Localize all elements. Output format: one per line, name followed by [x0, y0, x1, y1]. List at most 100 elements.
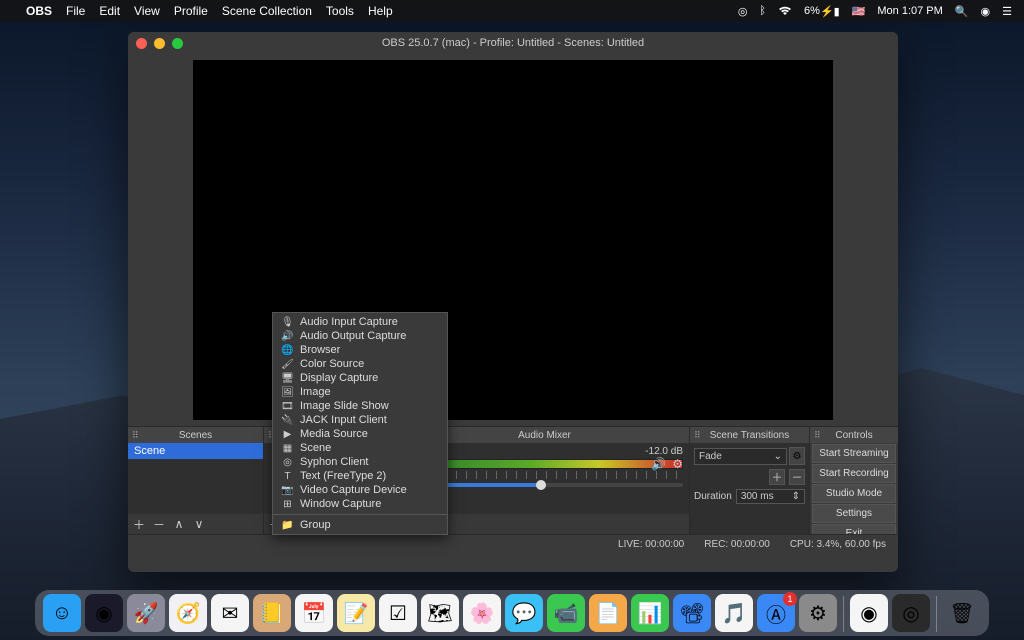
source-type-item[interactable]: 🖌Color Source — [273, 357, 447, 371]
source-type-label: Window Capture — [300, 498, 381, 510]
source-type-item[interactable]: ⊞ Window Capture — [273, 497, 447, 511]
scene-down-button[interactable]: ∨ — [192, 517, 206, 531]
battery-status[interactable]: 6% ⚡▮ — [804, 5, 840, 18]
scene-icon: ▦ — [281, 443, 294, 454]
studio-mode-button[interactable]: Studio Mode — [812, 484, 896, 503]
source-type-item[interactable]: 📷 Video Capture Device — [273, 483, 447, 497]
start-streaming-button[interactable]: Start Streaming — [812, 444, 896, 463]
play-icon: ▶ — [281, 429, 294, 440]
dock-finder-icon[interactable]: ☺ — [43, 594, 81, 632]
scene-up-button[interactable]: ∧ — [172, 517, 186, 531]
source-type-item[interactable]: 🖼Image — [273, 385, 447, 399]
dock-mail-icon[interactable]: ✉ — [211, 594, 249, 632]
settings-button[interactable]: Settings — [812, 504, 896, 523]
transition-settings-icon[interactable]: ⚙ — [789, 447, 805, 465]
window-title: OBS 25.0.7 (mac) - Profile: Untitled - S… — [128, 37, 898, 49]
menu-edit[interactable]: Edit — [99, 4, 120, 18]
dock-trash-icon[interactable]: 🗑 — [943, 594, 981, 632]
start-recording-button[interactable]: Start Recording — [812, 464, 896, 483]
dock-numbers-icon[interactable]: 📊 — [631, 594, 669, 632]
menu-tools[interactable]: Tools — [326, 4, 354, 18]
input-flag-icon[interactable]: 🇺🇸 — [852, 5, 866, 18]
dock-separator — [936, 596, 937, 632]
dock-separator — [843, 596, 844, 632]
source-type-item[interactable]: ▦Scene — [273, 441, 447, 455]
siri-menubar-icon[interactable]: ◉ — [981, 5, 991, 18]
add-scene-button[interactable]: ＋ — [132, 516, 146, 533]
dock-launchpad-icon[interactable]: 🚀 — [127, 594, 165, 632]
dock-safari-icon[interactable]: 🧭 — [169, 594, 207, 632]
transition-add-button[interactable]: ＋ — [769, 469, 785, 485]
mixer-mute-icon[interactable]: 🔊 — [651, 457, 666, 471]
image-icon: 🖼 — [281, 387, 294, 398]
exit-button[interactable]: Exit — [812, 524, 896, 534]
spotlight-icon[interactable]: 🔍 — [955, 5, 969, 18]
window-minimize-button[interactable] — [154, 38, 165, 49]
panel-grip-icon[interactable]: ⠿ — [132, 430, 139, 441]
clock[interactable]: Mon 1:07 PM — [877, 5, 942, 17]
scenes-panel: ⠿Scenes Scene ＋ － ∧ ∨ — [128, 427, 264, 534]
mixer-settings-icon[interactable]: ⚙ — [672, 457, 683, 471]
dock-keynote-icon[interactable]: 📽 — [673, 594, 711, 632]
window-close-button[interactable] — [136, 38, 147, 49]
dock-appstore-icon[interactable]: Ⓐ1 — [757, 594, 795, 632]
source-type-label: Color Source — [300, 358, 364, 370]
source-type-item[interactable]: 🎙 Audio Input Capture — [273, 315, 447, 329]
dock-reminders-icon[interactable]: ☑ — [379, 594, 417, 632]
dock-facetime-icon[interactable]: 📹 — [547, 594, 585, 632]
dock-preferences-icon[interactable]: ⚙ — [799, 594, 837, 632]
obs-main-window: OBS 25.0.7 (mac) - Profile: Untitled - S… — [128, 32, 898, 572]
status-bar: LIVE: 00:00:00 REC: 00:00:00 CPU: 3.4%, … — [128, 534, 898, 554]
app-name[interactable]: OBS — [26, 4, 52, 18]
source-type-label: Video Capture Device — [300, 484, 407, 496]
duration-label: Duration — [694, 491, 732, 502]
camera-icon: 📷 — [281, 485, 294, 496]
menu-help[interactable]: Help — [368, 4, 393, 18]
dock-calendar-icon[interactable]: 📅 — [295, 594, 333, 632]
wifi-icon[interactable] — [778, 6, 792, 16]
dock-itunes-icon[interactable]: 🎵 — [715, 594, 753, 632]
slideshow-icon: 🎞 — [281, 401, 294, 412]
dock-chrome-icon[interactable]: ◉ — [850, 594, 888, 632]
source-type-item[interactable]: ▶Media Source — [273, 427, 447, 441]
source-type-item[interactable]: 🔊Audio Output Capture — [273, 329, 447, 343]
source-type-item[interactable]: ◎Syphon Client — [273, 455, 447, 469]
dock-messages-icon[interactable]: 💬 — [505, 594, 543, 632]
obs-tray-icon[interactable]: ◎ — [738, 5, 748, 18]
panel-grip-icon[interactable]: ⠿ — [694, 430, 701, 441]
dock-contacts-icon[interactable]: 📒 — [253, 594, 291, 632]
source-type-item[interactable]: 🖥Display Capture — [273, 371, 447, 385]
mic-icon: 🎙 — [281, 317, 294, 328]
macos-menubar: OBS File Edit View Profile Scene Collect… — [0, 0, 1024, 22]
remove-scene-button[interactable]: － — [152, 516, 166, 533]
scene-item[interactable]: Scene — [128, 443, 263, 459]
transition-select[interactable]: Fade⌄ — [694, 448, 787, 465]
menu-file[interactable]: File — [66, 4, 85, 18]
stepper-icon[interactable]: ⇕ — [792, 491, 800, 502]
panel-grip-icon[interactable]: ⠿ — [814, 430, 821, 441]
rec-status: REC: 00:00:00 — [704, 539, 770, 550]
menu-profile[interactable]: Profile — [174, 4, 208, 18]
transition-remove-button[interactable]: － — [789, 469, 805, 485]
source-type-label: Audio Input Capture — [300, 316, 398, 328]
dock-maps-icon[interactable]: 🗺 — [421, 594, 459, 632]
bluetooth-icon[interactable]: ᛒ — [759, 5, 766, 17]
dock-notes-icon[interactable]: 📝 — [337, 594, 375, 632]
window-zoom-button[interactable] — [172, 38, 183, 49]
notification-center-icon[interactable]: ☰ — [1002, 5, 1012, 18]
dock-photos-icon[interactable]: 🌸 — [463, 594, 501, 632]
window-icon: ⊞ — [281, 499, 294, 510]
menu-scene-collection[interactable]: Scene Collection — [222, 4, 312, 18]
dock-obs-icon[interactable]: ◎ — [892, 594, 930, 632]
source-type-item[interactable]: TText (FreeType 2) — [273, 469, 447, 483]
window-titlebar[interactable]: OBS 25.0.7 (mac) - Profile: Untitled - S… — [128, 32, 898, 54]
add-source-context-menu: 🎙 Audio Input Capture🔊Audio Output Captur… — [272, 312, 448, 535]
dock-siri-icon[interactable]: ◉ — [85, 594, 123, 632]
source-type-group[interactable]: 📁Group — [273, 518, 447, 532]
dock-pages-icon[interactable]: 📄 — [589, 594, 627, 632]
source-type-item[interactable]: 🎞Image Slide Show — [273, 399, 447, 413]
source-type-item[interactable]: 🌐Browser — [273, 343, 447, 357]
source-type-item[interactable]: 🔌JACK Input Client — [273, 413, 447, 427]
menu-view[interactable]: View — [134, 4, 160, 18]
duration-input[interactable]: 300 ms⇕ — [736, 489, 805, 504]
